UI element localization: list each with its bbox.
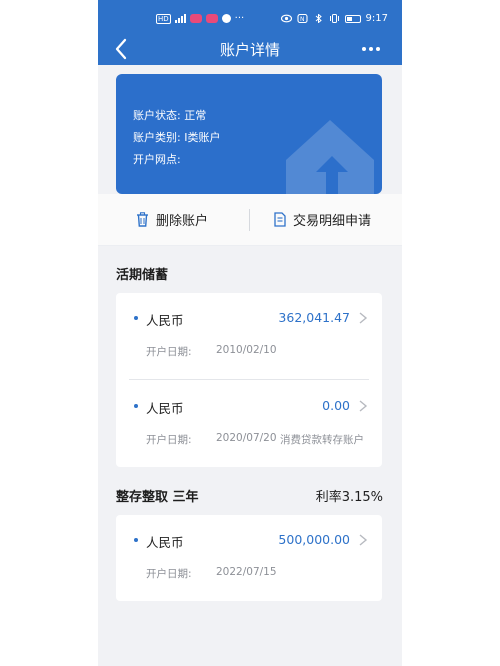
list-item[interactable]: 人民币 0.00 开户日期: 2020/07/20 消费贷款转存账户 <box>116 387 382 467</box>
message-icon <box>221 14 231 23</box>
balance-amount: 362,041.47 <box>278 310 350 325</box>
more-options-icon[interactable] <box>360 40 382 58</box>
fixed-deposit-panel: 人民币 500,000.00 开户日期: 2022/07/15 <box>116 515 382 601</box>
status-bar: HD ··· N 9:17 <box>98 0 402 36</box>
currency-label: 人民币 <box>146 313 184 328</box>
transaction-detail-label: 交易明细申请 <box>293 214 372 229</box>
chevron-right-icon <box>359 312 368 324</box>
open-date-label: 开户日期: <box>146 568 192 580</box>
nfc-icon: N <box>296 14 308 23</box>
account-type-value: I类账户 <box>184 131 221 144</box>
bullet-icon <box>134 404 138 408</box>
account-branch-row: 开户网点: <box>133 151 181 167</box>
status-time: 9:17 <box>365 13 388 24</box>
open-date-value: 2010/02/10 <box>216 344 277 356</box>
header: HD ··· N 9:17 账户详情 <box>98 0 402 65</box>
account-type-row: 账户类别: I类账户 <box>133 129 220 145</box>
transaction-detail-button[interactable]: 交易明细申请 <box>274 210 371 229</box>
currency-label: 人民币 <box>146 535 184 550</box>
house-watermark-icon <box>286 120 374 194</box>
account-type-label: 账户类别: <box>133 131 181 144</box>
status-right: N 9:17 <box>280 13 388 24</box>
trash-icon <box>137 212 148 227</box>
delete-account-label: 删除账户 <box>156 214 209 229</box>
balance-amount: 500,000.00 <box>278 532 350 547</box>
account-status-label: 账户状态: <box>133 109 181 122</box>
account-status-value: 正常 <box>184 109 207 122</box>
account-note: 消费贷款转存账户 <box>280 434 364 446</box>
hd-label: HD <box>156 13 171 24</box>
chevron-right-icon <box>359 534 368 546</box>
document-icon <box>274 212 286 227</box>
svg-text:N: N <box>300 16 305 23</box>
demand-deposit-title: 活期储蓄 <box>116 268 169 283</box>
account-card: 账户状态: 正常 账户类别: I类账户 开户网点: <box>116 74 382 194</box>
balance-amount: 0.00 <box>322 398 350 413</box>
app-notification-icon <box>189 14 202 23</box>
action-divider <box>249 209 250 231</box>
fixed-deposit-title: 整存整取 三年 <box>116 490 199 505</box>
demand-deposit-panel: 人民币 362,041.47 开户日期: 2010/02/10 人民币 0.00… <box>116 293 382 467</box>
bullet-icon <box>134 538 138 542</box>
open-date-label: 开户日期: <box>146 346 192 358</box>
currency-label: 人民币 <box>146 401 184 416</box>
navigation-bar: 账户详情 <box>98 36 402 65</box>
open-date-value: 2022/07/15 <box>216 566 277 578</box>
page-title: 账户详情 <box>219 41 280 59</box>
account-status-row: 账户状态: 正常 <box>133 107 206 123</box>
list-item[interactable]: 人民币 500,000.00 开户日期: 2022/07/15 <box>116 521 382 601</box>
status-left: HD ··· <box>156 13 244 24</box>
phone-screen: HD ··· N 9:17 账户详情 账户状态: 正常 账户类别: I类账户 开… <box>98 0 402 666</box>
eye-icon <box>280 14 292 23</box>
bluetooth-icon <box>315 14 322 23</box>
vibrate-icon <box>329 14 339 23</box>
bullet-icon <box>134 316 138 320</box>
account-branch-label: 开户网点: <box>133 153 181 166</box>
open-date-label: 开户日期: <box>146 434 192 446</box>
more-notifications-icon: ··· <box>234 13 245 24</box>
open-date-value: 2020/07/20 <box>216 432 277 444</box>
list-item[interactable]: 人民币 362,041.47 开户日期: 2010/02/10 <box>116 299 382 379</box>
delete-account-button[interactable]: 删除账户 <box>136 210 208 229</box>
signal-icon <box>174 14 186 23</box>
chevron-right-icon <box>359 400 368 412</box>
action-bar: 删除账户 交易明细申请 <box>98 194 402 246</box>
battery-icon <box>344 14 361 23</box>
row-divider <box>129 379 369 380</box>
interest-rate: 利率3.15% <box>315 490 383 505</box>
app-notification-icon-2 <box>205 14 218 23</box>
